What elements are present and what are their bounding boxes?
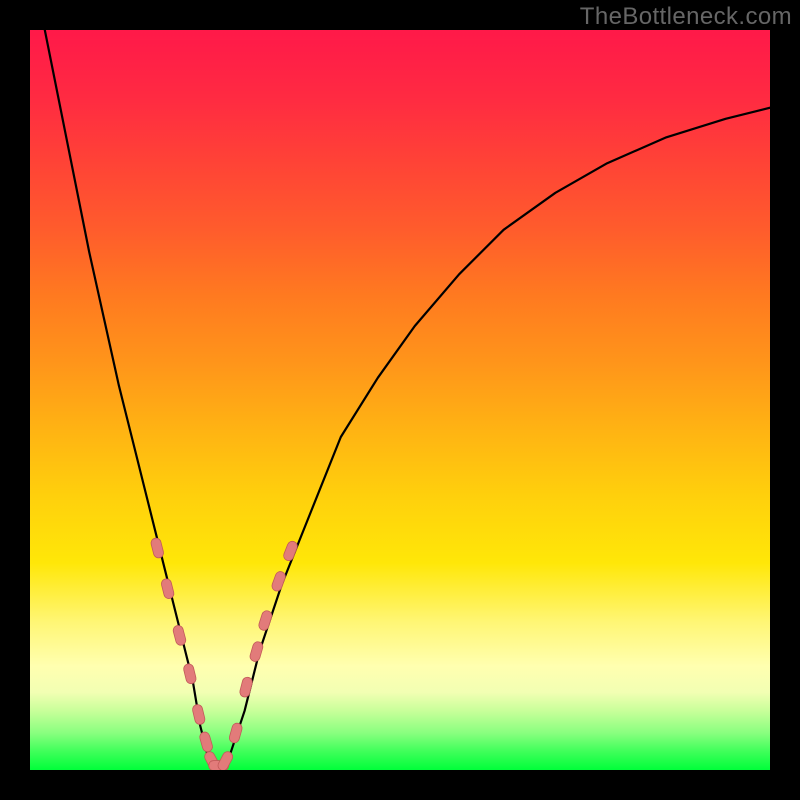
curve-marker <box>239 676 254 698</box>
marker-layer <box>30 30 770 770</box>
attribution-label: TheBottleneck.com <box>580 3 792 31</box>
curve-marker <box>216 750 234 770</box>
curve-marker <box>282 540 299 562</box>
plot-area <box>30 30 770 770</box>
marker-group <box>150 537 299 770</box>
curve-marker <box>249 641 264 663</box>
curve-marker <box>228 722 243 744</box>
curve-marker <box>183 663 197 685</box>
curve-marker <box>271 570 287 592</box>
curve-marker <box>172 624 187 646</box>
curve-marker <box>199 731 214 753</box>
curve-marker <box>160 578 175 600</box>
chart-frame: TheBottleneck.com <box>0 0 800 800</box>
curve-marker <box>150 537 165 559</box>
curve-marker <box>258 609 274 631</box>
curve-marker <box>192 704 206 726</box>
